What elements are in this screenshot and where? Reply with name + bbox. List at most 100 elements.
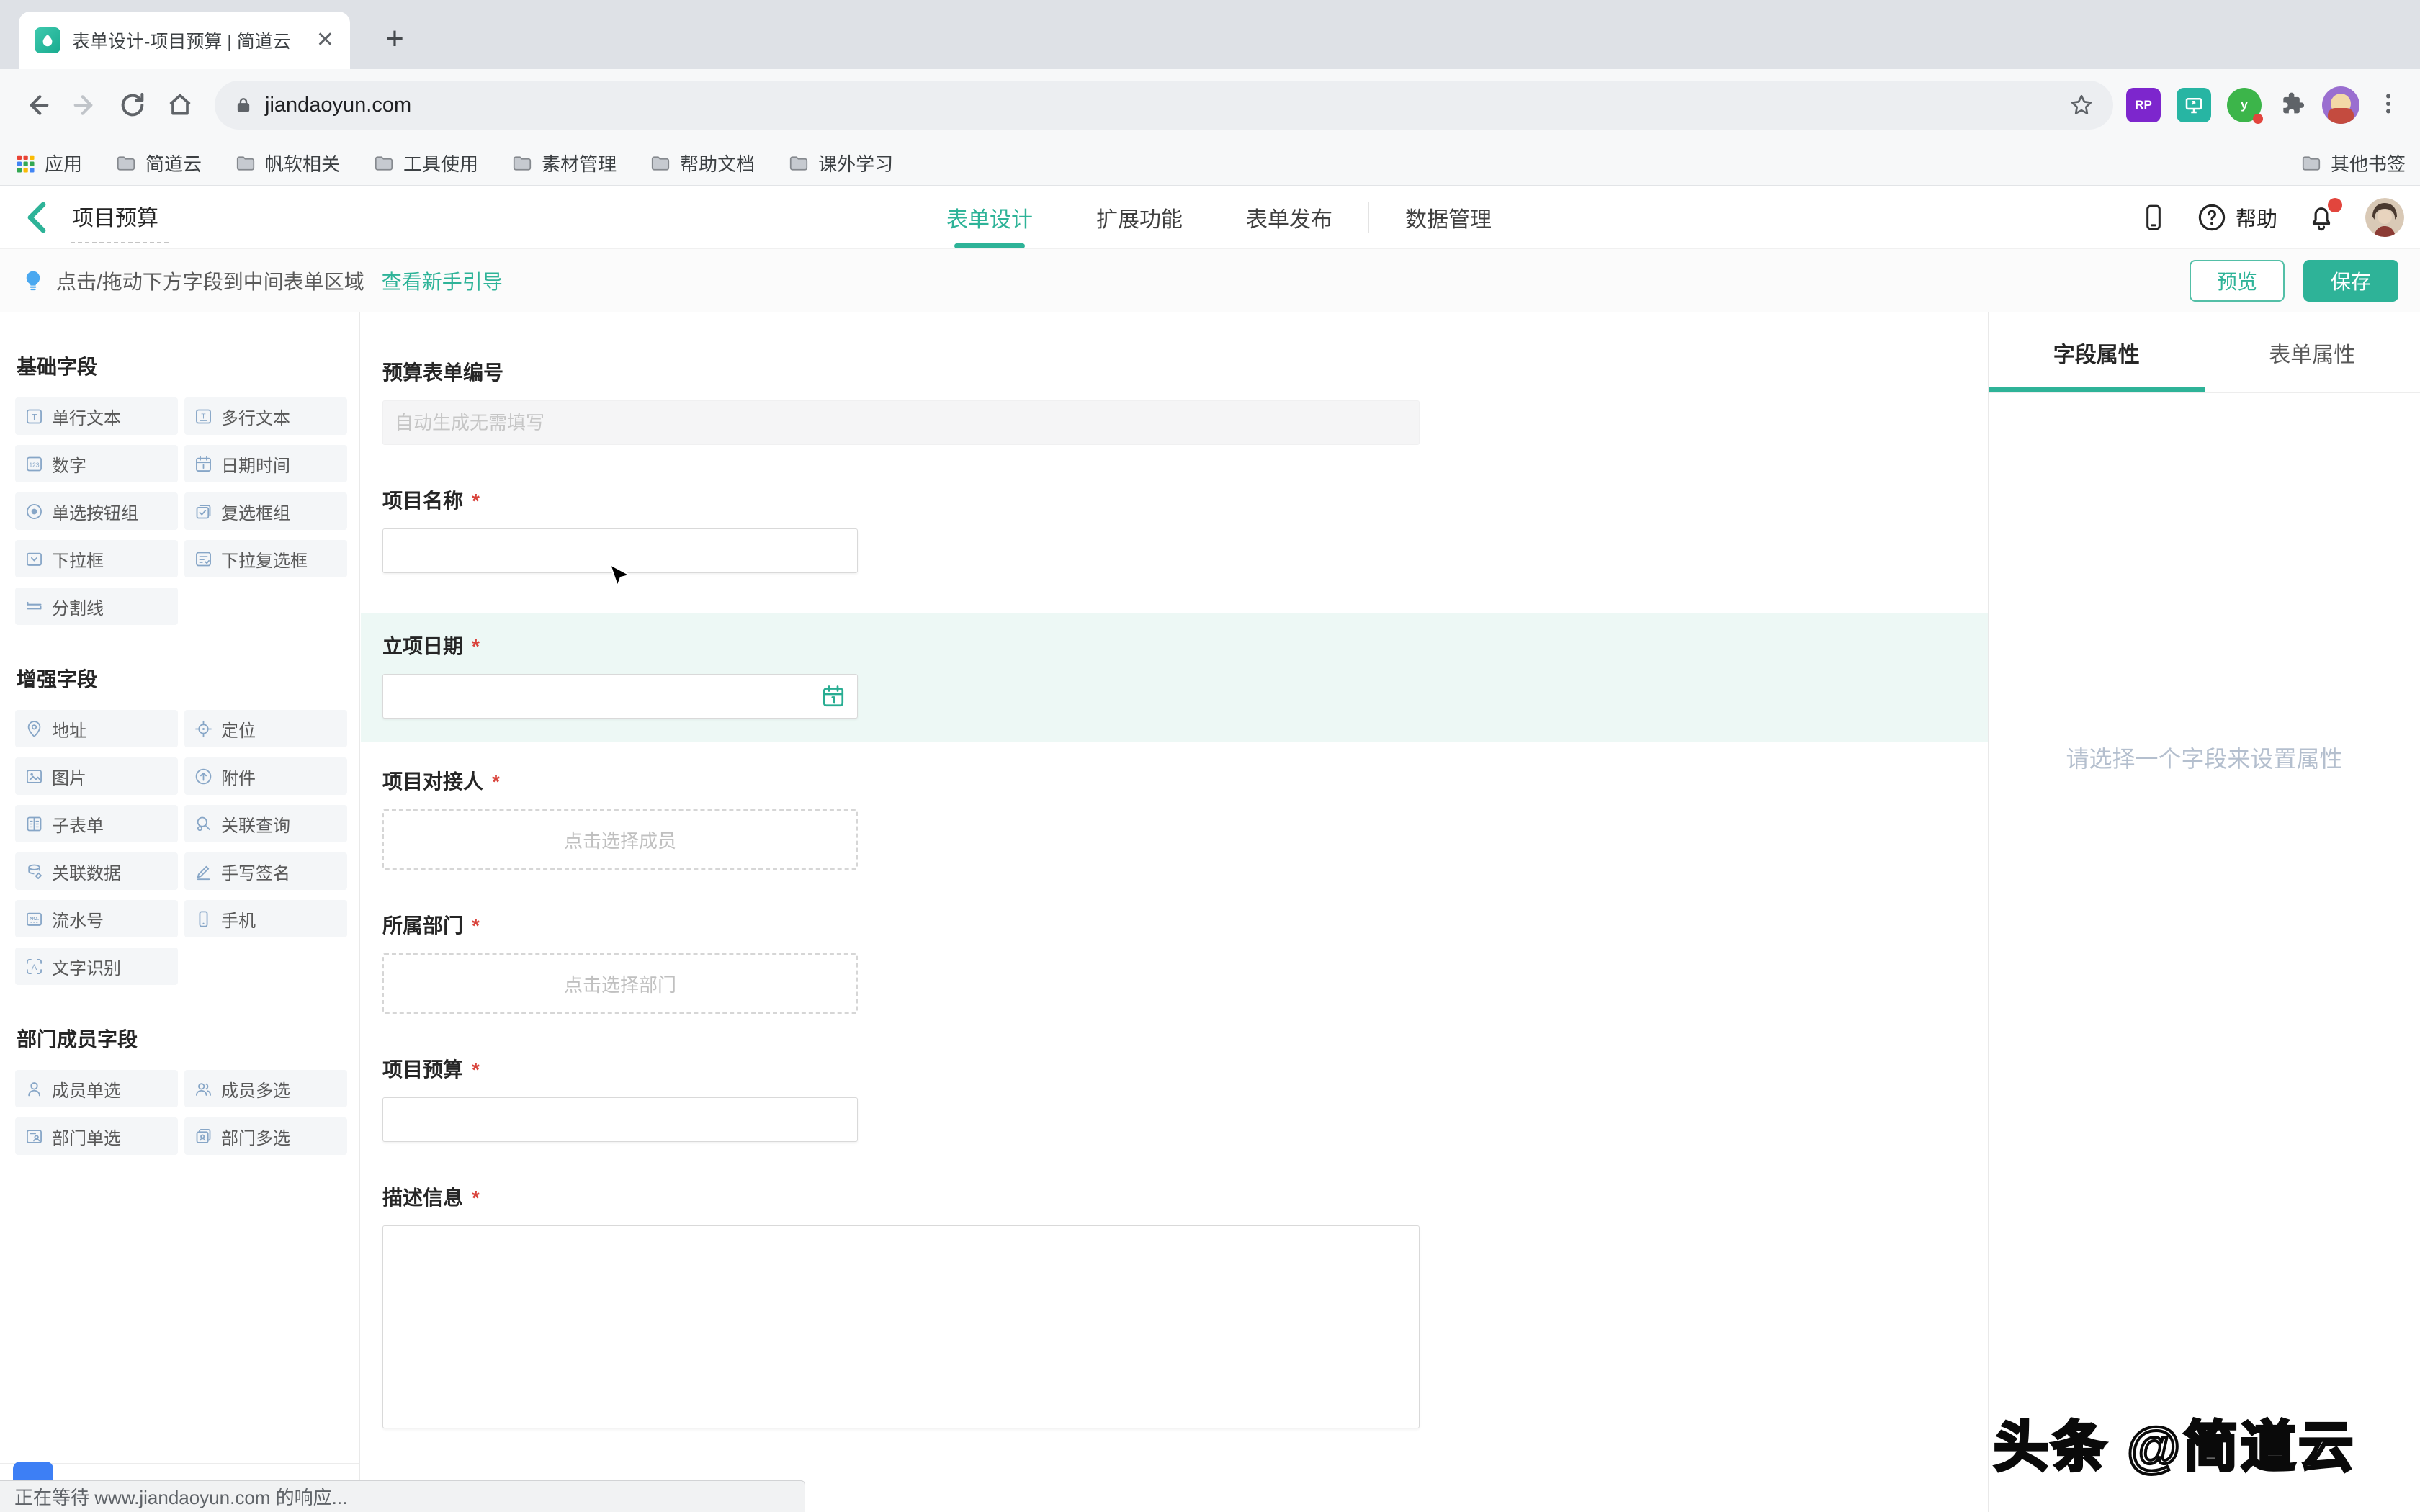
- screen: 表单设计-项目预算 | 简道云 ✕ + jiandaoyun.com RP: [0, 0, 2420, 1512]
- new-tab-button[interactable]: +: [375, 19, 415, 59]
- tab-form-design[interactable]: 表单设计: [915, 186, 1065, 248]
- bookmark-label: 素材管理: [542, 150, 617, 176]
- back-to-app-button[interactable]: [19, 199, 56, 236]
- bookmark-folder-jiandaoyun[interactable]: 简道云: [115, 150, 202, 176]
- start-date-input[interactable]: [382, 674, 858, 719]
- field-block-description[interactable]: 描述信息 *: [382, 1182, 1988, 1432]
- calendar-icon[interactable]: [820, 683, 846, 709]
- extensions-puzzle-icon[interactable]: [2277, 89, 2306, 122]
- save-button[interactable]: 保存: [2303, 260, 2398, 302]
- extension-rp-icon[interactable]: RP: [2126, 88, 2161, 122]
- properties-panel: 字段属性 表单属性 请选择一个字段来设置属性: [1988, 312, 2420, 1512]
- sidebar-field-member-multi[interactable]: 成员多选: [184, 1070, 347, 1107]
- sidebar-field-dropdown[interactable]: 下拉框: [15, 540, 178, 577]
- extension-y-icon[interactable]: y: [2227, 88, 2262, 122]
- reload-icon[interactable]: [114, 86, 151, 124]
- sidebar-field-signature[interactable]: 手写签名: [184, 852, 347, 890]
- field-block-start-date[interactable]: 立项日期 *: [361, 613, 1988, 742]
- tab-field-properties[interactable]: 字段属性: [1989, 312, 2205, 392]
- sidebar-field-serial-number[interactable]: NO. 流水号: [15, 900, 178, 937]
- bookmark-folder-docs[interactable]: 帮助文档: [650, 150, 755, 176]
- tab-data-manage[interactable]: 数据管理: [1373, 186, 1523, 248]
- field-block-department[interactable]: 所属部门 * 点击选择部门: [382, 910, 1988, 1014]
- linked-data-icon: [24, 862, 44, 881]
- sidebar-field-member-single[interactable]: 成员单选: [15, 1070, 178, 1107]
- attachment-icon: [194, 767, 213, 786]
- extension-badge-dot: [2253, 114, 2263, 124]
- tab-close-icon[interactable]: ✕: [316, 30, 334, 51]
- sidebar-field-dept-single[interactable]: 部门单选: [15, 1117, 178, 1155]
- bookmark-label: 工具使用: [403, 150, 478, 176]
- preview-button[interactable]: 预览: [2190, 260, 2285, 302]
- sidebar-field-divider[interactable]: 分割线: [15, 588, 178, 625]
- nav-divider: [1368, 202, 1369, 233]
- sidebar-field-ocr[interactable]: A 文字识别: [15, 948, 178, 985]
- bookmark-folder-assets[interactable]: 素材管理: [511, 150, 617, 176]
- forward-icon[interactable]: [66, 86, 104, 124]
- user-avatar[interactable]: [2365, 198, 2404, 237]
- sidebar-field-address[interactable]: 地址: [15, 710, 178, 747]
- sidebar-field-linked-data[interactable]: 关联数据: [15, 852, 178, 890]
- tab-form-properties[interactable]: 表单属性: [2205, 312, 2420, 392]
- sidebar-field-multi-dropdown[interactable]: 下拉复选框: [184, 540, 347, 577]
- field-block-project-name[interactable]: 项目名称 *: [382, 485, 1988, 573]
- extension-screen-icon[interactable]: [2177, 88, 2211, 122]
- sidebar-field-subform[interactable]: 子表单: [15, 805, 178, 842]
- member-picker[interactable]: 点击选择成员: [382, 809, 858, 870]
- mobile-preview-icon[interactable]: [2139, 202, 2168, 233]
- ocr-icon: A: [24, 957, 44, 976]
- sidebar-field-radio-group[interactable]: 单选按钮组: [15, 492, 178, 530]
- svg-text:A: A: [32, 963, 37, 972]
- browser-tab[interactable]: 表单设计-项目预算 | 简道云 ✕: [19, 12, 350, 69]
- sidebar-field-checkbox-group[interactable]: 复选框组: [184, 492, 347, 530]
- required-mark: *: [492, 770, 500, 793]
- bookmark-folder-tools[interactable]: 工具使用: [373, 150, 478, 176]
- browser-profile-avatar[interactable]: [2322, 86, 2360, 124]
- sidebar-field-image[interactable]: 图片: [15, 757, 178, 795]
- field-block-budget[interactable]: 项目预算 *: [382, 1054, 1988, 1142]
- other-bookmarks[interactable]: 其他书签: [2280, 148, 2406, 179]
- tab-extensions[interactable]: 扩展功能: [1065, 186, 1214, 248]
- tab-form-publish[interactable]: 表单发布: [1214, 186, 1364, 248]
- bookmark-star-icon[interactable]: [2069, 92, 2094, 118]
- extensions-row: RP y: [2126, 86, 2401, 124]
- budget-input[interactable]: [382, 1097, 858, 1142]
- required-mark: *: [472, 490, 480, 513]
- form-canvas[interactable]: 预算表单编号 项目名称 * 立项日期 * 项目对接人 *: [361, 312, 1988, 1512]
- project-name-input[interactable]: [382, 528, 858, 573]
- bookmark-apps[interactable]: 应用: [14, 150, 82, 176]
- field-label-text: 项目预算: [382, 1054, 463, 1083]
- checkbox-group-icon: [194, 502, 213, 521]
- guide-link[interactable]: 查看新手引导: [382, 266, 503, 295]
- sidebar-field-dept-multi[interactable]: 部门多选: [184, 1117, 347, 1155]
- address-icon: [24, 719, 44, 739]
- home-icon[interactable]: [161, 86, 199, 124]
- department-picker[interactable]: 点击选择部门: [382, 953, 858, 1014]
- help-button[interactable]: 帮助: [2197, 202, 2277, 233]
- watermark-text: 头条 @简道云: [1994, 1403, 2356, 1482]
- sidebar-field-number[interactable]: 123 数字: [15, 445, 178, 482]
- back-icon[interactable]: [19, 86, 56, 124]
- bookmark-label: 帆软相关: [265, 150, 340, 176]
- notification-bell-icon[interactable]: [2306, 202, 2336, 233]
- field-label: 单选按钮组: [52, 499, 138, 524]
- sidebar-field-location[interactable]: 定位: [184, 710, 347, 747]
- bookmark-folder-study[interactable]: 课外学习: [788, 150, 893, 176]
- sidebar-field-mobile[interactable]: 手机: [184, 900, 347, 937]
- field-label-row: 项目预算 *: [382, 1054, 1988, 1083]
- form-title[interactable]: 项目预算: [71, 200, 169, 243]
- chrome-menu-icon[interactable]: [2375, 91, 2401, 120]
- sidebar-field-single-line-text[interactable]: T 单行文本: [15, 397, 178, 435]
- field-block-serial[interactable]: 预算表单编号: [382, 357, 1988, 445]
- browser-tab-strip: 表单设计-项目预算 | 简道云 ✕ +: [0, 0, 2420, 69]
- bookmark-folder-fanruan[interactable]: 帆软相关: [235, 150, 340, 176]
- sidebar-field-lookup[interactable]: 关联查询: [184, 805, 347, 842]
- sidebar-field-attachment[interactable]: 附件: [184, 757, 347, 795]
- sidebar-field-multi-line-text[interactable]: T 多行文本: [184, 397, 347, 435]
- description-textarea[interactable]: [382, 1225, 1420, 1428]
- field-label-row: 立项日期 *: [382, 631, 1988, 660]
- address-bar[interactable]: jiandaoyun.com: [215, 81, 2113, 130]
- field-label-row: 预算表单编号: [382, 357, 1988, 386]
- field-block-contact[interactable]: 项目对接人 * 点击选择成员: [382, 766, 1988, 870]
- sidebar-field-datetime[interactable]: 日期时间: [184, 445, 347, 482]
